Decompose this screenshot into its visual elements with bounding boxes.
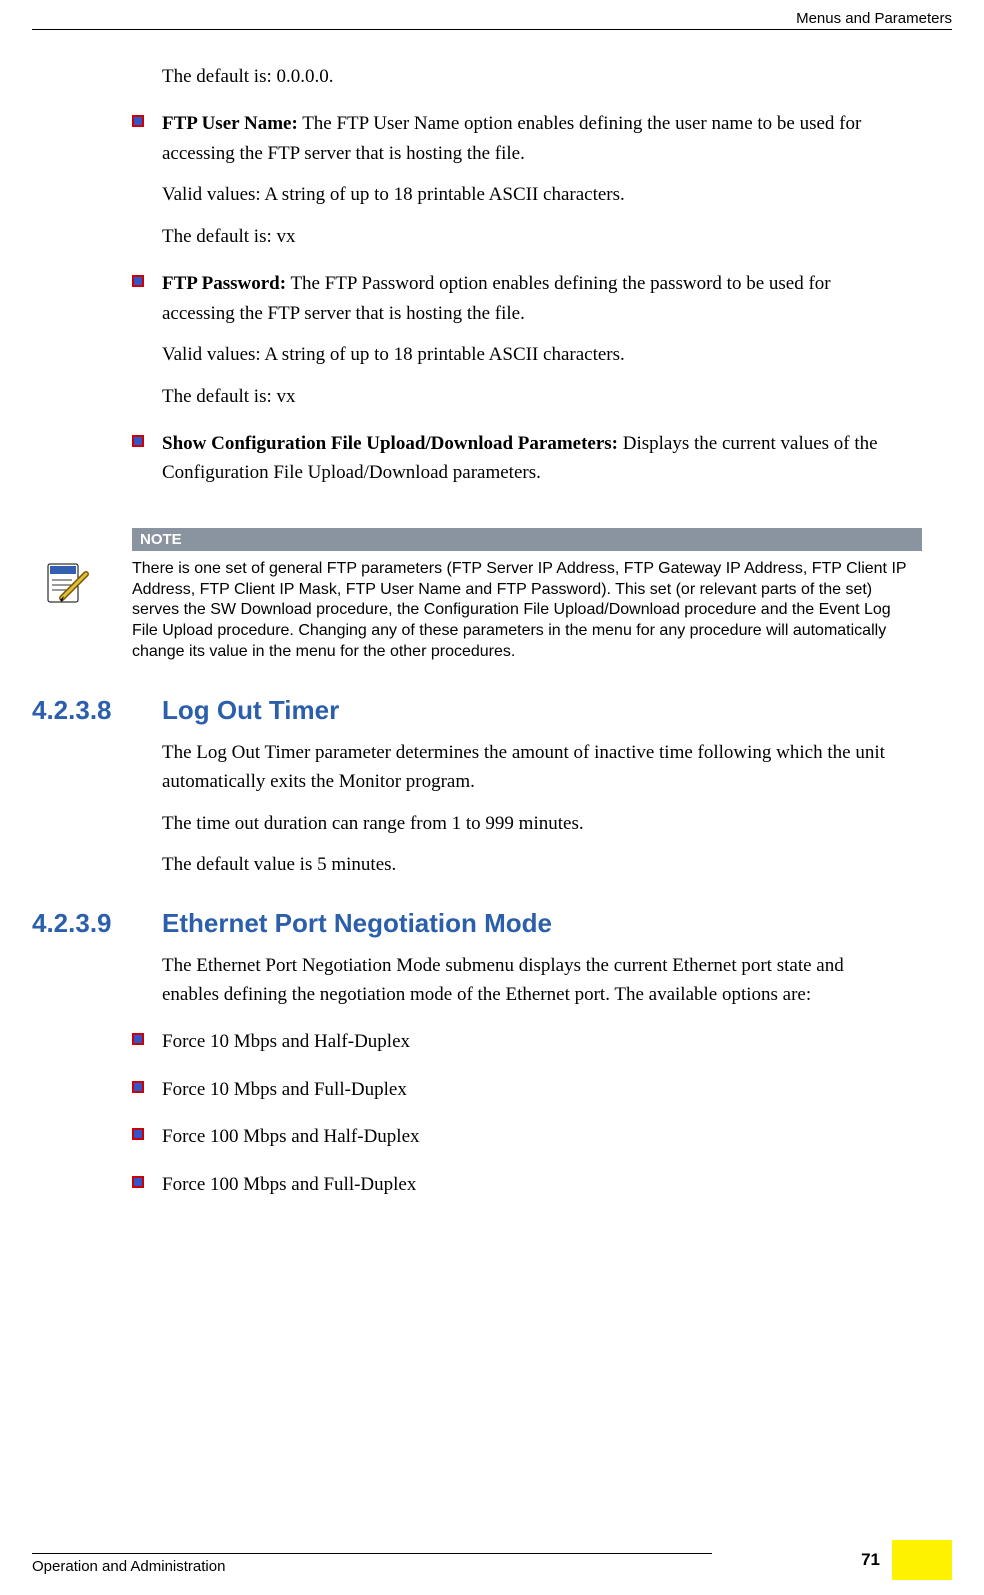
section-heading: 4.2.3.8 Log Out Timer (32, 695, 952, 726)
list-item: Force 10 Mbps and Half-Duplex (132, 1027, 902, 1056)
bullet-label: FTP User Name: (162, 113, 298, 134)
square-bullet-icon (132, 1170, 162, 1199)
note-icon (42, 560, 132, 608)
bullet-default: The default is: vx (162, 382, 902, 411)
option-text: Force 100 Mbps and Full-Duplex (162, 1170, 902, 1199)
footer-left: Operation and Administration (32, 1558, 952, 1575)
note-title: NOTE (132, 528, 922, 551)
page-footer: Operation and Administration (32, 1553, 952, 1575)
section-para: The default value is 5 minutes. (162, 850, 902, 879)
section-number: 4.2.3.9 (32, 908, 162, 939)
list-item: Force 10 Mbps and Full-Duplex (132, 1075, 902, 1104)
section-para: The Ethernet Port Negotiation Mode subme… (162, 951, 902, 1010)
section-para: The Log Out Timer parameter determines t… (162, 738, 902, 797)
option-text: Force 100 Mbps and Half-Duplex (162, 1122, 902, 1151)
square-bullet-icon (132, 1027, 162, 1056)
list-item: FTP User Name: The FTP User Name option … (132, 109, 902, 168)
note-block: NOTE There is one set of general FTP par… (32, 528, 922, 667)
list-item: FTP Password: The FTP Password option en… (132, 269, 902, 328)
page-content: The default is: 0.0.0.0. FTP User Name: … (32, 50, 952, 1505)
section-title: Log Out Timer (162, 695, 339, 726)
list-item: Show Configuration File Upload/Download … (132, 429, 902, 488)
section-number: 4.2.3.8 (32, 695, 162, 726)
bullet-default: The default is: vx (162, 222, 902, 251)
header-title: Menus and Parameters (796, 10, 952, 27)
section-title: Ethernet Port Negotiation Mode (162, 908, 552, 939)
bullet-label: Show Configuration File Upload/Download … (162, 433, 618, 454)
page-number-block: 71 (852, 1530, 952, 1580)
bullet-valid: Valid values: A string of up to 18 print… (162, 340, 902, 369)
note-body-text: There is one set of general FTP paramete… (132, 551, 922, 667)
page-header: Menus and Parameters (32, 10, 952, 30)
intro-default-ip: The default is: 0.0.0.0. (162, 62, 902, 91)
list-item: Force 100 Mbps and Half-Duplex (132, 1122, 902, 1151)
square-bullet-icon (132, 1122, 162, 1151)
page-accent (892, 1540, 952, 1580)
bullet-valid: Valid values: A string of up to 18 print… (162, 180, 902, 209)
list-item: Force 100 Mbps and Full-Duplex (132, 1170, 902, 1199)
square-bullet-icon (132, 429, 162, 488)
option-text: Force 10 Mbps and Half-Duplex (162, 1027, 902, 1056)
square-bullet-icon (132, 109, 162, 168)
option-text: Force 10 Mbps and Full-Duplex (162, 1075, 902, 1104)
bullet-label: FTP Password: (162, 273, 286, 294)
square-bullet-icon (132, 1075, 162, 1104)
section-heading: 4.2.3.9 Ethernet Port Negotiation Mode (32, 908, 952, 939)
page-number: 71 (861, 1550, 880, 1570)
section-para: The time out duration can range from 1 t… (162, 809, 902, 838)
square-bullet-icon (132, 269, 162, 328)
